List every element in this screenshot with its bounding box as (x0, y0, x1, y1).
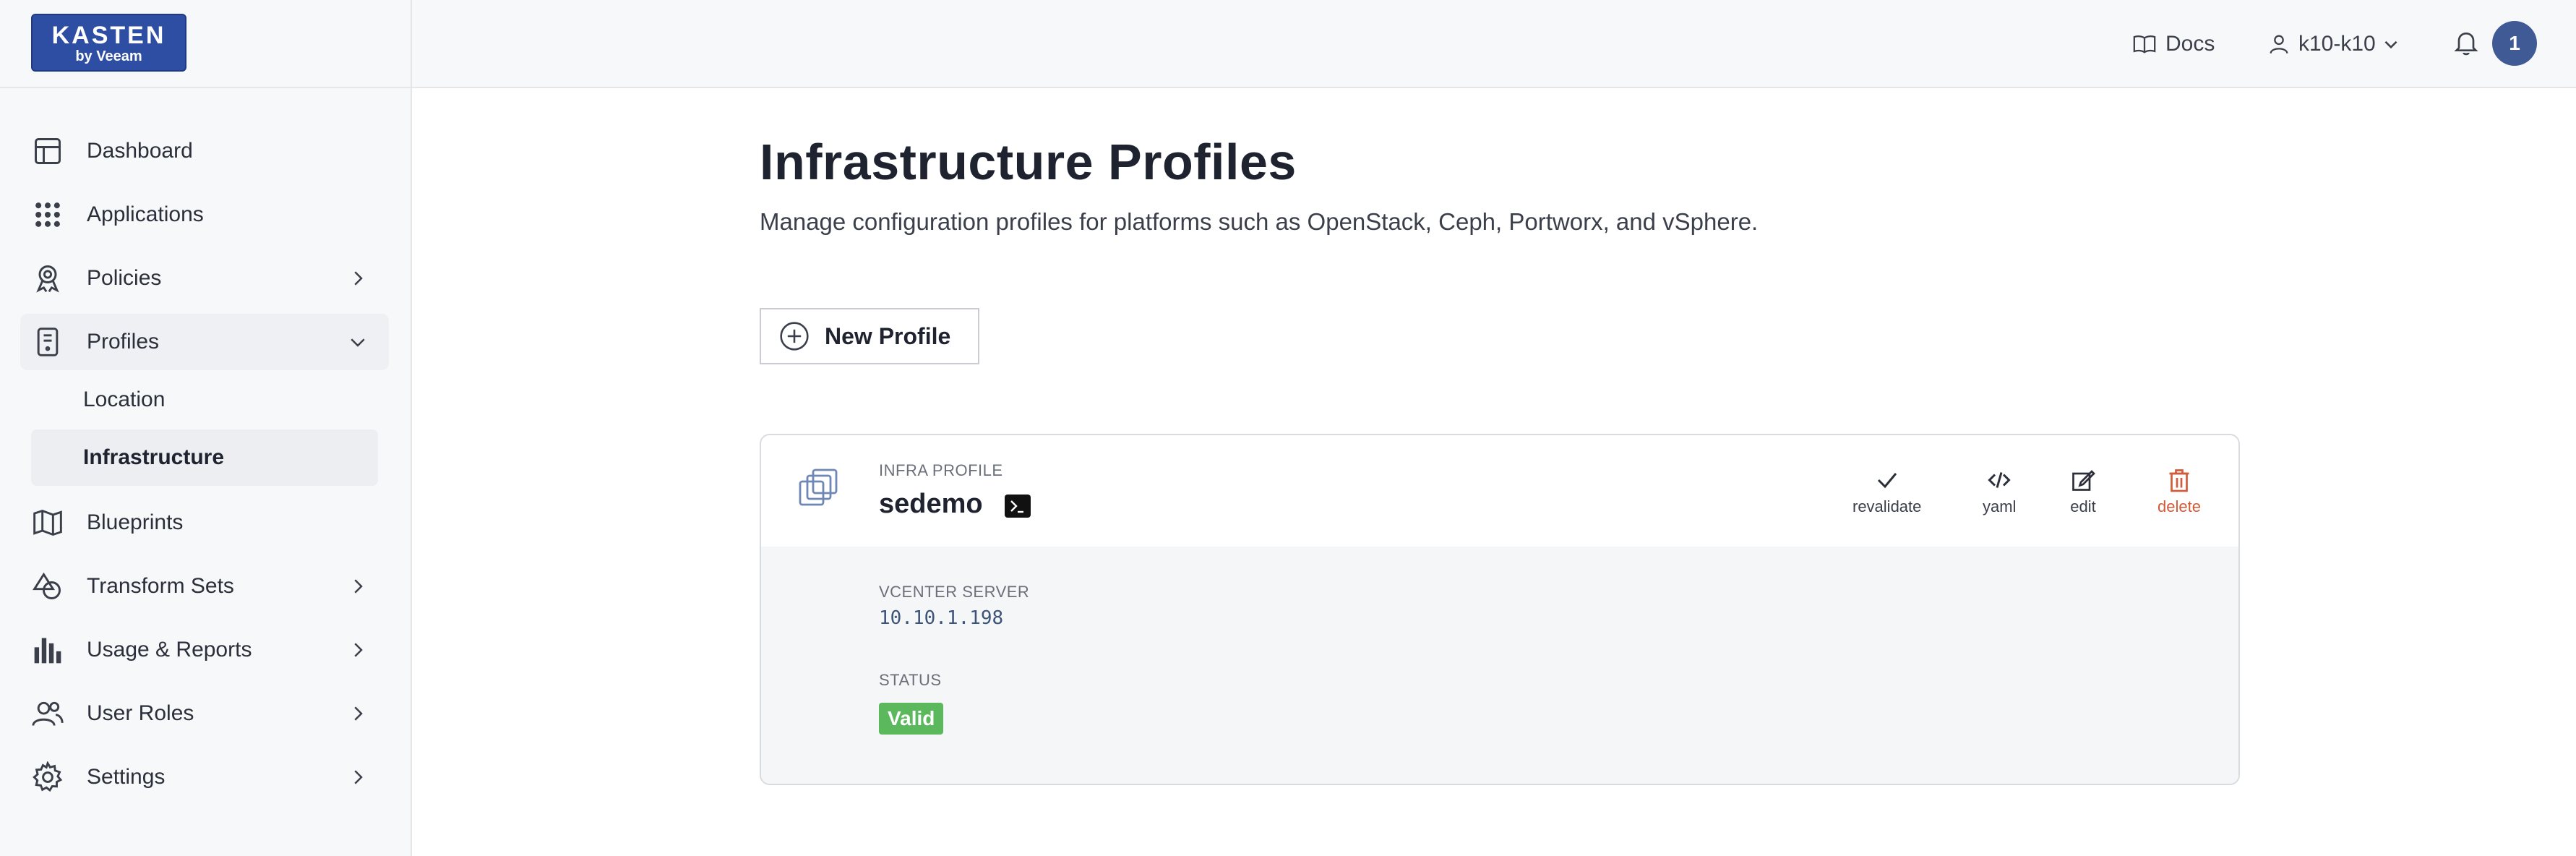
sidebar-item-blueprints[interactable]: Blueprints (20, 495, 389, 551)
new-profile-button[interactable]: New Profile (760, 308, 979, 364)
code-icon (1988, 472, 2011, 488)
sidebar-item-label: Dashboard (87, 139, 193, 163)
vsphere-profile-icon (799, 468, 838, 506)
profile-kicker: INFRA PROFILE (879, 461, 1003, 479)
delete-button[interactable]: delete (2158, 467, 2201, 516)
sidebar-item-applications[interactable]: Applications (20, 187, 389, 243)
new-profile-label: New Profile (825, 322, 951, 349)
edit-icon (2072, 470, 2095, 491)
status-label: STATUS (879, 671, 942, 689)
logo-name: KASTEN (51, 22, 166, 49)
sidebar-item-label: Applications (87, 202, 204, 226)
trash-icon (2169, 469, 2189, 492)
check-icon (1877, 473, 1897, 489)
edit-label: edit (2070, 497, 2096, 515)
vcenter-server-value: 10.10.1.198 (879, 607, 1004, 629)
chevron-down-icon (2384, 40, 2397, 49)
yaml-button[interactable]: yaml (1983, 467, 2016, 516)
sidebar-item-label: Transform Sets (87, 574, 234, 598)
page-subtitle: Manage configuration profiles for platfo… (760, 208, 1759, 235)
sidebar-item-label: Blueprints (87, 510, 184, 534)
blueprints-map-icon (30, 505, 65, 540)
transform-sets-icon (30, 569, 65, 604)
user-roles-icon (30, 696, 65, 731)
chevron-right-icon (354, 579, 363, 594)
sidebar-subitem-infrastructure[interactable]: Infrastructure (31, 429, 378, 486)
sidebar-item-label: Settings (87, 765, 166, 789)
usage-reports-chart-icon (30, 633, 65, 667)
chevron-right-icon (354, 770, 363, 784)
sidebar-item-transform-sets[interactable]: Transform Sets (20, 558, 389, 615)
sidebar-item-label: Policies (87, 266, 162, 290)
logo-area: KASTEN by Veeam (0, 0, 411, 88)
notifications-bell-icon[interactable] (2452, 27, 2485, 61)
terminal-icon[interactable] (1005, 495, 1031, 518)
user-menu[interactable]: k10-k10 (2267, 27, 2400, 61)
chevron-down-icon (351, 338, 365, 347)
page-title: Infrastructure Profiles (760, 134, 1297, 190)
top-header (412, 0, 2576, 88)
settings-gear-icon (30, 760, 65, 795)
sidebar: KASTEN by Veeam Dashboard Applications P… (0, 0, 412, 856)
revalidate-button[interactable]: revalidate (1852, 467, 1921, 516)
applications-grid-icon (30, 197, 65, 232)
sidebar-item-label: Usage & Reports (87, 638, 252, 662)
sidebar-item-settings[interactable]: Settings (20, 749, 389, 805)
sidebar-subitem-location[interactable]: Location (31, 372, 378, 428)
profile-card-details: VCENTER SERVER 10.10.1.198 STATUS Valid (761, 547, 2238, 784)
status-badge: Valid (879, 703, 944, 735)
sidebar-item-label: User Roles (87, 701, 194, 725)
policies-award-icon (30, 261, 65, 296)
book-icon (2133, 35, 2156, 54)
profiles-icon (30, 325, 65, 359)
profile-card-header: INFRA PROFILE sedemo revalidate yaml edi… (761, 435, 2238, 547)
notification-count-avatar[interactable]: 1 (2492, 21, 2537, 66)
sidebar-item-profiles[interactable]: Profiles (20, 314, 389, 370)
revalidate-label: revalidate (1852, 497, 1922, 515)
sidebar-item-label: Profiles (87, 330, 160, 354)
docs-link[interactable]: Docs (2132, 27, 2215, 61)
sidebar-item-user-roles[interactable]: User Roles (20, 685, 389, 742)
logo-tagline: by Veeam (75, 48, 142, 64)
yaml-label: yaml (1983, 497, 2017, 515)
chevron-right-icon (354, 643, 363, 657)
plus-circle-icon (780, 322, 809, 351)
sidebar-item-usage-reports[interactable]: Usage & Reports (20, 622, 389, 678)
chevron-right-icon (354, 706, 363, 721)
delete-label: delete (2158, 497, 2201, 515)
user-icon (2270, 35, 2288, 54)
vcenter-server-label: VCENTER SERVER (879, 583, 1030, 601)
profile-card: INFRA PROFILE sedemo revalidate yaml edi… (760, 434, 2240, 785)
edit-button[interactable]: edit (2070, 467, 2096, 516)
sidebar-item-policies[interactable]: Policies (20, 250, 389, 307)
user-label: k10-k10 (2298, 32, 2376, 56)
dashboard-icon (30, 134, 65, 168)
chevron-right-icon (354, 271, 363, 286)
sidebar-item-dashboard[interactable]: Dashboard (20, 123, 389, 179)
kasten-logo[interactable]: KASTEN by Veeam (31, 14, 186, 72)
docs-label: Docs (2165, 32, 2215, 56)
profile-name: sedemo (879, 489, 983, 519)
